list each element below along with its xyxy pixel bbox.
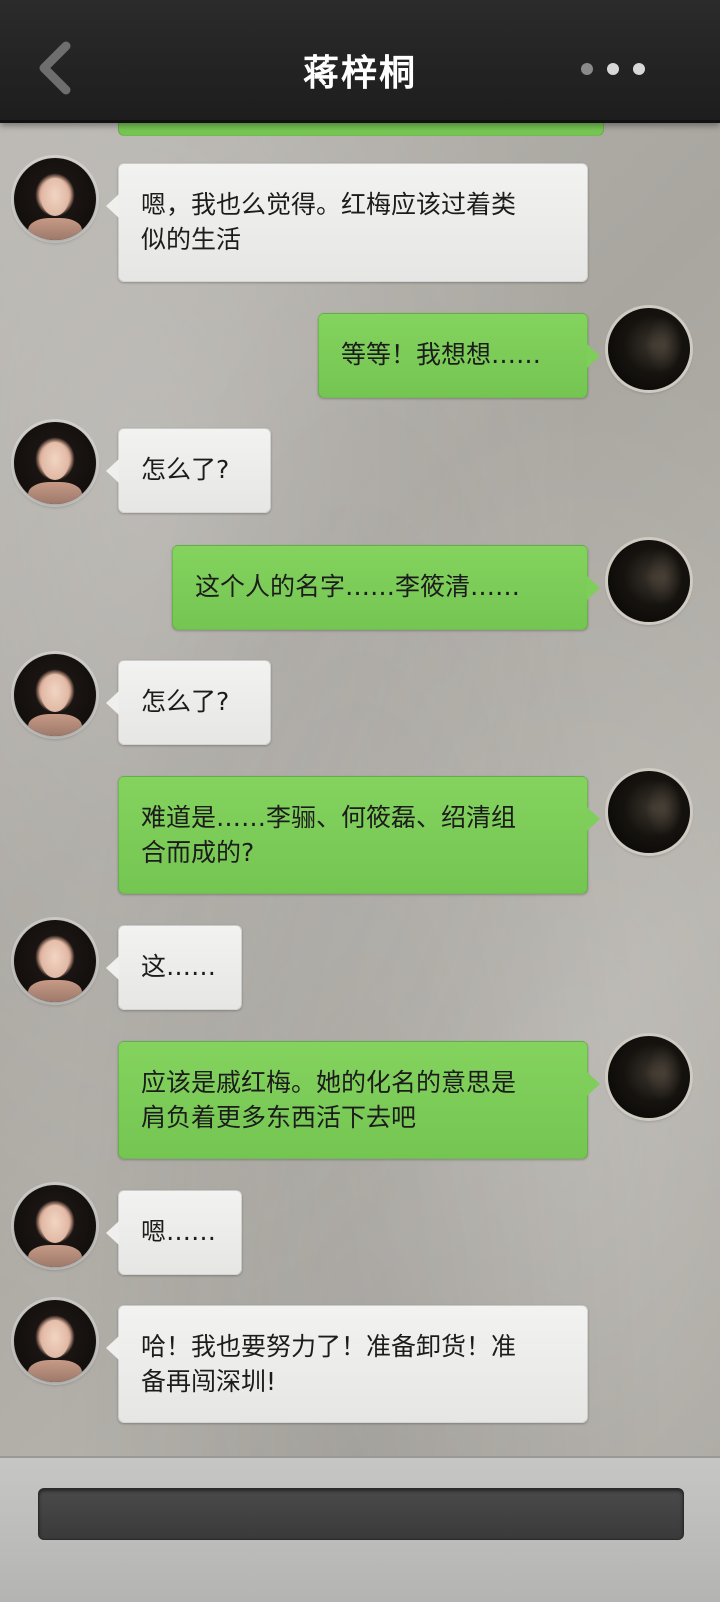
contact-avatar[interactable]	[14, 158, 96, 240]
contact-avatar[interactable]	[14, 1300, 96, 1382]
message-text-line: 怎么了?	[141, 687, 230, 716]
message-text-line: 嗯，我也么觉得。红梅应该过着类	[141, 190, 517, 219]
message-text-line: 这……	[141, 952, 217, 981]
message-bubble-outgoing[interactable]: 这个人的名字……李筱清……	[172, 545, 600, 630]
message-bubble-incoming[interactable]: 这……	[106, 925, 242, 1010]
message-text-line: 这个人的名字……李筱清……	[195, 572, 521, 601]
message-text-line: 应该是戚红梅。她的化名的意思是	[141, 1068, 517, 1097]
contact-avatar[interactable]	[14, 1185, 96, 1267]
chat-area[interactable]: 嗯，我也么觉得。红梅应该过着类 似的生活 等等！我想想…… 怎么了? 这个人的名…	[0, 0, 720, 1600]
message-input[interactable]	[39, 1489, 683, 1539]
contact-avatar[interactable]	[14, 422, 96, 504]
user-avatar[interactable]	[608, 1036, 690, 1118]
message-bubble-incoming[interactable]: 哈！我也要努力了！准备卸货！准 备再闯深圳!	[106, 1305, 588, 1423]
message-text-line: 难道是……李骊、何筱磊、绍清组	[141, 803, 517, 832]
message-text-line: 哈！我也要努力了！准备卸货！准	[141, 1332, 517, 1361]
message-bubble-outgoing[interactable]: 难道是……李骊、何筱磊、绍清组 合而成的?	[118, 776, 600, 894]
contact-avatar[interactable]	[14, 920, 96, 1002]
message-text-line: 肩负着更多东西活下去吧	[141, 1103, 417, 1132]
more-options-button[interactable]	[574, 58, 664, 82]
message-bubble-outgoing[interactable]: 应该是戚红梅。她的化名的意思是 肩负着更多东西活下去吧	[118, 1041, 600, 1159]
user-avatar[interactable]	[608, 540, 690, 622]
message-bubble-incoming[interactable]: 怎么了?	[106, 428, 271, 513]
message-text-line: 怎么了?	[141, 455, 230, 484]
user-avatar[interactable]	[608, 771, 690, 853]
message-bubble-incoming[interactable]: 嗯，我也么觉得。红梅应该过着类 似的生活	[106, 163, 588, 282]
message-bubble-incoming[interactable]: 怎么了?	[106, 660, 271, 745]
message-text-line: 合而成的?	[141, 838, 255, 867]
more-dots-icon	[581, 62, 593, 75]
message-text-line: 似的生活	[141, 225, 242, 254]
more-dots-icon	[607, 62, 619, 75]
more-dots-icon	[633, 62, 645, 75]
message-bubble-incoming[interactable]: 嗯……	[106, 1190, 242, 1275]
message-text-line: 等等！我想想……	[341, 340, 542, 369]
message-input-box[interactable]	[38, 1488, 684, 1540]
contact-avatar[interactable]	[14, 654, 96, 736]
message-text-line: 备再闯深圳!	[141, 1367, 277, 1396]
user-avatar[interactable]	[608, 308, 690, 390]
message-text-line: 嗯……	[141, 1217, 217, 1246]
top-bar: 蒋梓桐	[0, 0, 720, 123]
message-bubble-outgoing[interactable]: 等等！我想想……	[318, 313, 600, 398]
input-bar	[0, 1456, 720, 1602]
